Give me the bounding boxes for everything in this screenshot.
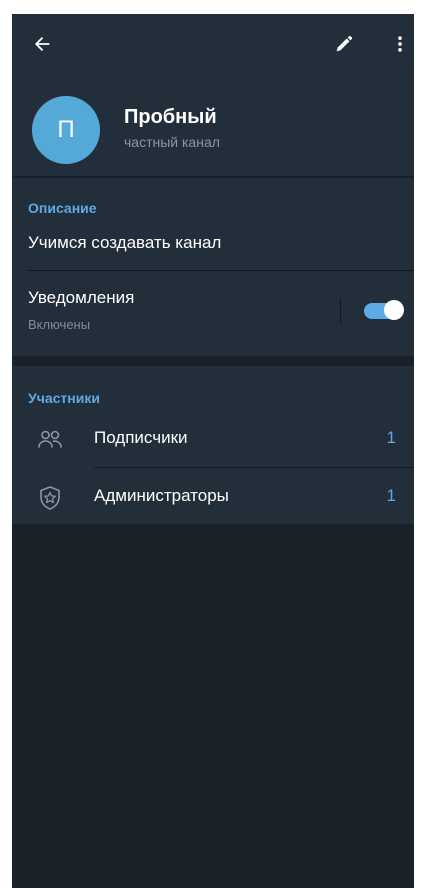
channel-avatar[interactable]: П — [32, 96, 100, 164]
subscribers-count: 1 — [386, 428, 396, 447]
notifications-toggle[interactable] — [364, 300, 404, 320]
notifications-label[interactable]: Уведомления — [28, 288, 134, 308]
more-options-button[interactable] — [380, 24, 414, 64]
channel-title: Пробный — [124, 106, 217, 128]
administrators-label: Администраторы — [94, 486, 229, 505]
channel-info-screen: П Пробный частный канал Описание Учимся … — [12, 14, 414, 888]
administrators-count: 1 — [386, 486, 396, 505]
channel-description[interactable]: Учимся создавать канал — [28, 233, 221, 253]
more-vertical-icon — [398, 36, 402, 52]
profile-header: П Пробный частный канал — [12, 14, 414, 176]
back-arrow-icon — [35, 37, 50, 51]
pencil-icon — [336, 35, 353, 52]
administrators-row[interactable]: Администраторы 1 — [12, 468, 414, 524]
subscribers-row[interactable]: Подписчики 1 — [12, 410, 414, 466]
divider — [28, 270, 414, 271]
notifications-status: Включены — [28, 317, 91, 332]
channel-type: частный канал — [124, 134, 220, 150]
subscribers-label: Подписчики — [94, 428, 188, 447]
info-section: Описание Учимся создавать канал Уведомле… — [12, 178, 414, 356]
toggle-divider — [340, 298, 341, 324]
members-section: Участники Подписчики 1 Администраторы 1 — [12, 366, 414, 524]
admin-shield-icon — [40, 486, 60, 510]
description-section-title: Описание — [28, 200, 97, 216]
toggle-knob — [384, 300, 404, 320]
back-button[interactable] — [22, 24, 62, 64]
members-section-title: Участники — [28, 390, 100, 406]
edit-button[interactable] — [324, 24, 364, 64]
subscribers-icon — [38, 430, 62, 448]
